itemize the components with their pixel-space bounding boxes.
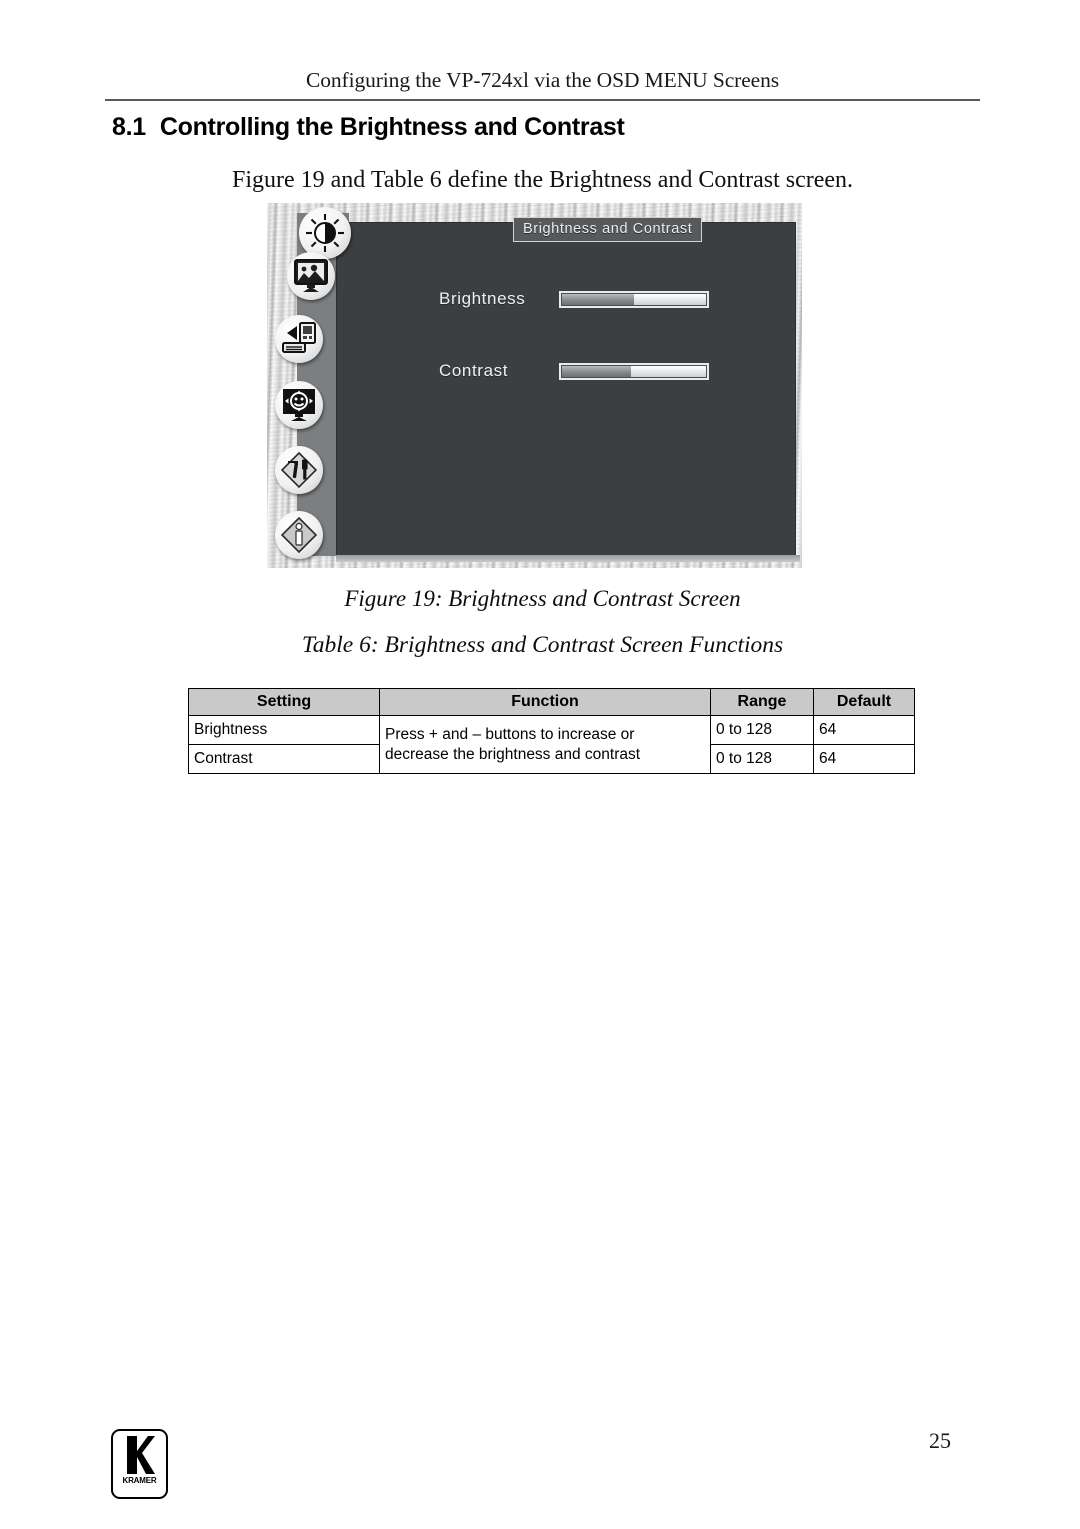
information-icon[interactable]	[275, 511, 323, 559]
osd-brightness-slider[interactable]	[559, 290, 709, 308]
picture-position-icon[interactable]	[275, 381, 323, 429]
cell-setting-contrast: Contrast	[188, 744, 380, 774]
osd-contrast-label: Contrast	[439, 361, 509, 380]
brightness-contrast-icon[interactable]	[299, 207, 351, 259]
kramer-wordmark: KRAMER	[122, 1476, 157, 1485]
kramer-logo: KRAMER	[111, 1429, 168, 1499]
osd-screenshot-figure: Brightness and Contrast Brightness Contr…	[267, 203, 802, 568]
osd-menu-panel	[336, 222, 796, 556]
osd-brightness-slider-track	[634, 293, 706, 305]
osd-contrast-row: Contrast	[439, 361, 709, 381]
cell-setting-brightness: Brightness	[188, 715, 380, 745]
page-number: 25	[929, 1428, 951, 1453]
figure-caption: Figure 19: Brightness and Contrast Scree…	[344, 586, 741, 611]
table-row: Brightness Press + and – buttons to incr…	[188, 715, 915, 774]
column-header-setting: Setting	[188, 688, 380, 716]
table-header-row: Setting Function Range Default	[188, 688, 915, 716]
section-title: Controlling the Brightness and Contrast	[159, 113, 625, 141]
osd-contrast-slider[interactable]	[559, 362, 709, 380]
cell-default-contrast: 64	[813, 744, 915, 774]
function-text-line-1: Press + and – buttons to increase or	[385, 725, 635, 743]
osd-panel-shadow	[336, 555, 800, 562]
table-caption: Table 6: Brightness and Contrast Screen …	[301, 632, 784, 658]
osd-brightness-slider-fill	[562, 293, 634, 305]
kramer-k-glyph	[126, 1436, 155, 1474]
column-header-function: Function	[379, 688, 711, 716]
function-text-line-2: decrease the brightness and contrast	[385, 745, 641, 763]
display-image-icon[interactable]	[287, 252, 335, 300]
running-header: Configuring the VP-724xl via the OSD MEN…	[305, 68, 780, 92]
osd-contrast-slider-track	[631, 365, 706, 377]
osd-brightness-label: Brightness	[439, 289, 526, 308]
cell-range-contrast: 0 to 128	[710, 744, 814, 774]
column-header-default: Default	[813, 688, 915, 716]
cell-range-brightness: 0 to 128	[710, 715, 814, 745]
header-rule	[105, 99, 980, 101]
osd-title-bar: Brightness and Contrast	[513, 217, 703, 242]
source-select-icon[interactable]	[275, 315, 323, 363]
page-title: 8.1 Controlling the Brightness and Contra…	[112, 113, 625, 142]
cell-default-brightness: 64	[813, 715, 915, 745]
column-header-range: Range	[710, 688, 814, 716]
functions-table: Setting Function Range Default Brightnes…	[188, 688, 915, 774]
section-number: 8.1	[112, 113, 146, 141]
cell-function-description: Press + and – buttons to increase or dec…	[379, 715, 711, 774]
tools-setup-icon[interactable]	[275, 446, 323, 494]
intro-paragraph: Figure 19 and Table 6 define the Brightn…	[231, 167, 854, 193]
osd-brightness-row: Brightness	[439, 289, 709, 309]
osd-contrast-slider-fill	[562, 365, 632, 377]
